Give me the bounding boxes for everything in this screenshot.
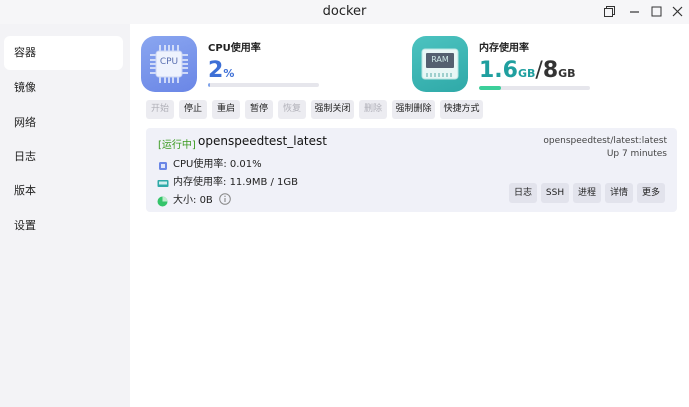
shortcut-button[interactable]: 快捷方式 [440,100,483,119]
image-name: openspeedtest/latest:latest [543,136,667,146]
cpu-usage-row: CPU使用率: 0.01% [173,159,262,170]
size-row: 大小: 0B [173,195,213,206]
cpu-chip-text: CPU [159,57,179,67]
memory-usage-bar [479,86,590,90]
force-stop-button[interactable]: 强制关闭 [311,100,354,119]
memory-usage-label: 内存使用率 [479,43,529,54]
sidebar-item-network[interactable]: 网络 [4,106,123,140]
memory-small-icon [157,174,169,193]
memory-usage-bar-fill [479,86,502,90]
details-button[interactable]: 详情 [605,183,633,203]
restart-button[interactable]: 重启 [212,100,240,119]
stop-button[interactable]: 停止 [179,100,207,119]
sidebar: 容器 镜像 网络 日志 版本 设置 [0,24,130,407]
size-pie-icon [157,192,168,211]
cpu-usage-bar [208,83,319,87]
start-button[interactable]: 开始 [146,100,174,119]
cpu-small-icon [158,156,168,175]
status-badge: [运行中] [158,140,196,151]
sidebar-item-version[interactable]: 版本 [4,174,123,208]
ram-chip-icon: RAM [412,36,468,92]
container-card[interactable]: [运行中] openspeedtest_latest openspeedtest… [146,128,677,212]
delete-button[interactable]: 删除 [359,100,387,119]
ssh-button[interactable]: SSH [541,183,569,203]
container-name: openspeedtest_latest [198,134,327,148]
cpu-chip-icon: CPU [141,36,197,92]
ram-chip-text: RAM [431,55,449,64]
cpu-usage-label: CPU使用率 [208,43,261,54]
restore-icon[interactable] [599,2,619,22]
sidebar-item-images[interactable]: 镜像 [4,71,123,105]
uptime-text: Up 7 minutes [606,149,667,159]
maximize-icon[interactable] [646,2,666,22]
logs-button[interactable]: 日志 [509,183,537,203]
cpu-usage-bar-fill [208,83,211,87]
processes-button[interactable]: 进程 [573,183,601,203]
window-title: docker [322,4,367,19]
more-button[interactable]: 更多 [637,183,665,203]
force-delete-button[interactable]: 强制删除 [392,100,435,119]
info-icon[interactable] [219,190,231,209]
sidebar-item-containers[interactable]: 容器 [4,36,123,70]
title-bar: docker [0,0,689,24]
sidebar-item-logs[interactable]: 日志 [4,140,123,174]
cpu-usage-value: 2% [208,58,235,83]
minimize-icon[interactable] [624,2,644,22]
sidebar-item-settings[interactable]: 设置 [4,209,123,243]
resume-button[interactable]: 恢复 [278,100,306,119]
memory-usage-value: 1.6GB/8GB [479,58,576,83]
pause-button[interactable]: 暂停 [245,100,273,119]
close-icon[interactable] [667,2,687,22]
memory-usage-row: 内存使用率: 11.9MB / 1GB [173,177,299,188]
main-panel: CPU CPU使用率 2% RAM 内存使用率 1.6GB/8GB 开始 停止 … [130,24,689,407]
